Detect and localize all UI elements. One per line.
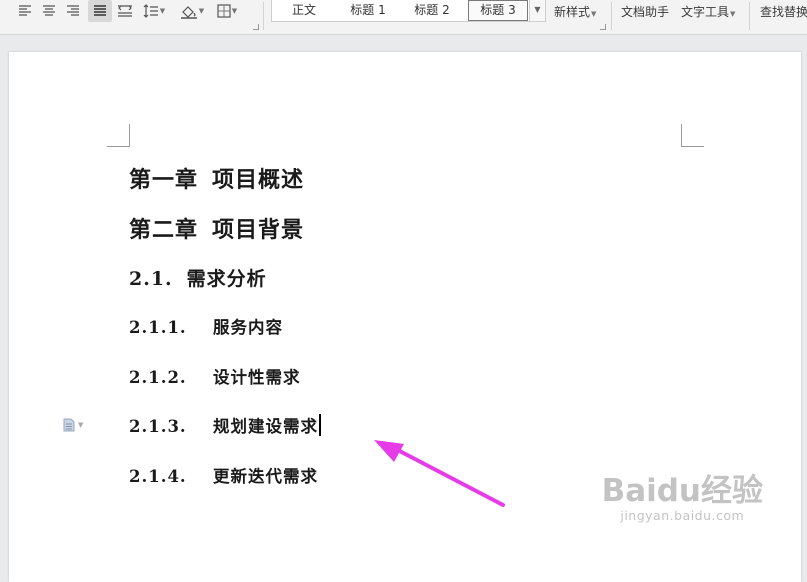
arrow-shaft [388,444,505,507]
watermark-logo: Baidu经验 [601,473,763,509]
watermark-url: jingyan.baidu.com [620,508,745,523]
baidu-jingyan-watermark: Baidu经验 jingyan.baidu.com [602,474,763,523]
arrow-head [374,440,404,462]
